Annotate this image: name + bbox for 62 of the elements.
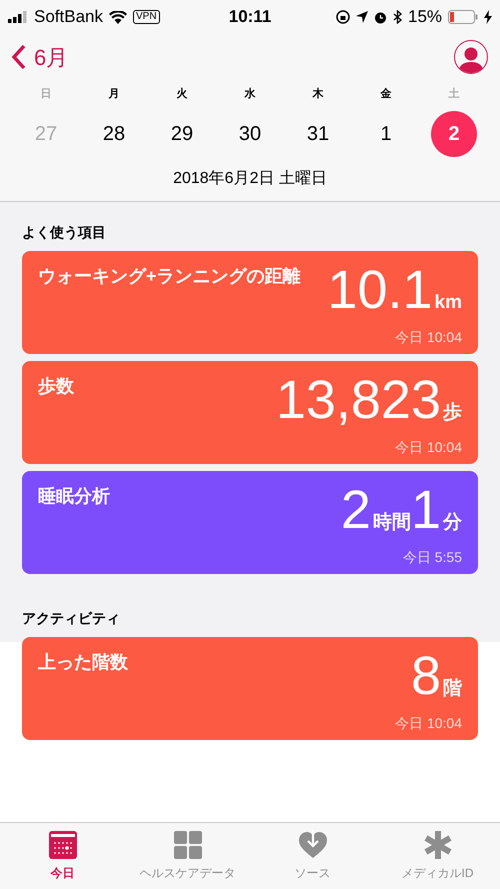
date-button[interactable]: 2 <box>431 110 477 156</box>
clock-time: 10:11 <box>228 6 272 28</box>
date-button[interactable]: 29 <box>159 110 205 156</box>
metric-value: 1 <box>410 478 441 540</box>
date-button[interactable]: 31 <box>295 110 341 156</box>
vpn-badge: VPN <box>133 10 160 24</box>
calendar-icon <box>48 830 78 860</box>
weekday-label: 木 <box>311 86 324 102</box>
card-title: 睡眠分析 <box>38 484 110 508</box>
weekday-label: 土 <box>448 86 460 102</box>
tab-item[interactable]: ソース <box>250 823 375 889</box>
rotation-lock-icon <box>336 10 350 24</box>
asterisk-icon <box>422 830 452 860</box>
metric-card[interactable]: 睡眠分析 2 時間 1 分 今日 5:55 <box>22 470 478 574</box>
date-button[interactable]: 28 <box>91 110 137 156</box>
metric-unit: 分 <box>443 510 462 534</box>
metric-value: 2 <box>340 478 371 540</box>
card-timestamp: 今日 10:04 <box>395 438 462 456</box>
metric-card[interactable]: 歩数 13,823歩 今日 10:04 <box>22 360 478 464</box>
metric-value: 8 <box>410 644 441 706</box>
wifi-icon <box>109 10 127 24</box>
back-chevron-icon <box>12 44 26 70</box>
weekday-label: 日 <box>40 87 52 102</box>
alarm-icon <box>374 10 387 24</box>
metric-card[interactable]: ウォーキング+ランニングの距離 10.1 km 今日 10:04 <box>22 250 478 354</box>
metric-card[interactable]: 上った階数 8 階 今日 10:04 <box>22 636 478 740</box>
signal-icon <box>8 11 28 23</box>
location-icon <box>356 11 368 23</box>
card-title: 上った階数 <box>38 650 128 674</box>
metric-unit: 歩 <box>443 400 462 424</box>
battery-percent: 15% <box>408 6 442 28</box>
card-timestamp: 今日 10:04 <box>395 328 462 346</box>
tab-item[interactable]: 今日 <box>0 823 125 889</box>
metric-unit: 階 <box>443 676 462 700</box>
profile-button[interactable] <box>454 40 488 74</box>
section-title: アクティビティ <box>22 610 120 626</box>
card-title: ウォーキング+ランニングの距離 <box>38 264 301 288</box>
back-button[interactable]: 6月 <box>12 40 68 74</box>
grid-icon <box>172 830 202 860</box>
metric-unit: km <box>434 290 462 314</box>
section-title: よく使う項目 <box>22 224 106 240</box>
heart-download-icon <box>298 830 328 860</box>
metric-value: 13,823 <box>276 368 441 430</box>
charging-icon <box>484 10 492 24</box>
tab-item[interactable]: ヘルスケアデータ <box>125 823 250 889</box>
selected-date: 2018年6月2日 土曜日 <box>173 170 327 186</box>
weekday-label: 金 <box>379 86 392 102</box>
date-button[interactable]: 1 <box>363 110 409 156</box>
weekday-label: 水 <box>243 86 256 102</box>
card-title: 歩数 <box>38 374 74 398</box>
battery-icon <box>448 10 478 24</box>
card-timestamp: 今日 10:04 <box>395 714 462 732</box>
weekday-label: 月 <box>108 87 120 102</box>
metric-value: 10.1 <box>327 258 433 320</box>
card-timestamp: 今日 5:55 <box>402 548 462 566</box>
tab-item[interactable]: メディカルID <box>375 823 500 889</box>
metric-unit: 時間 <box>372 510 411 534</box>
person-silhouette-icon <box>458 45 484 73</box>
date-button[interactable]: 30 <box>227 110 273 156</box>
weekday-label: 火 <box>176 86 188 102</box>
bluetooth-icon <box>392 10 402 24</box>
carrier-name: SoftBank <box>34 6 103 28</box>
